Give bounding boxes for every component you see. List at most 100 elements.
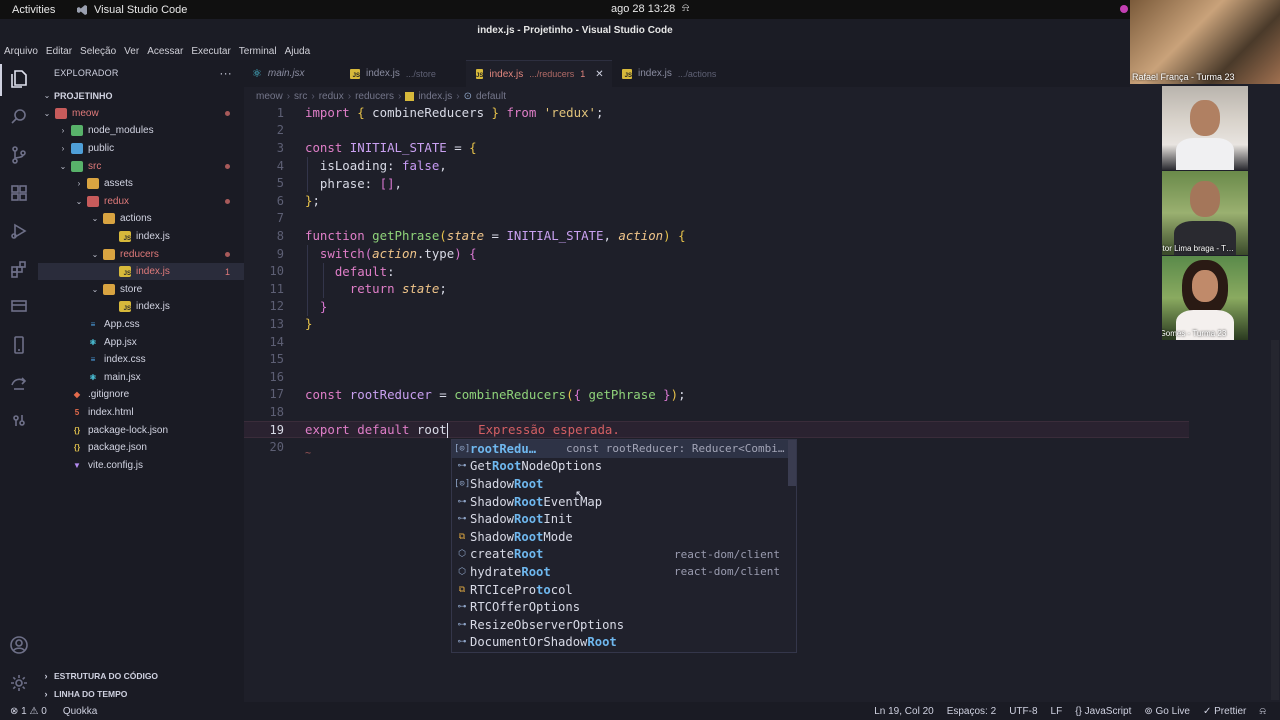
status-bar: ⊗ 1 ⚠ 0 Quokka Ln 19, Col 20 Espaços: 2 …	[0, 702, 1280, 720]
json-file-icon: {}	[73, 443, 81, 453]
cursor-position[interactable]: Ln 19, Col 20	[874, 706, 934, 717]
source-control-icon[interactable]	[8, 144, 30, 166]
tree-folder[interactable]: › public	[38, 140, 244, 158]
remote-explorer-icon[interactable]	[8, 296, 30, 318]
tree-folder[interactable]: › assets	[38, 175, 244, 193]
breadcrumb-item[interactable]: default	[476, 91, 506, 102]
editor-vertical-scrollbar[interactable]	[1270, 340, 1280, 702]
timeline-section[interactable]: › LINHA DO TEMPO	[38, 685, 244, 702]
breadcrumb-item[interactable]: reducers	[355, 91, 394, 102]
suggestion-item[interactable]: [⊙] rootRedu… const rootReducer: Reducer<C…	[452, 440, 788, 458]
suggest-scrollbar[interactable]	[788, 440, 796, 486]
notifications-bell-icon[interactable]: ⍾	[1259, 706, 1266, 717]
tree-file[interactable]: 5 index.html	[38, 404, 244, 422]
settings-gear-icon[interactable]	[8, 672, 30, 694]
language-mode[interactable]: {} JavaScript	[1075, 706, 1131, 717]
live-share-icon[interactable]	[8, 372, 30, 394]
quokka-status[interactable]: Quokka	[63, 706, 97, 717]
tree-folder[interactable]: ⌄ meow	[38, 105, 244, 123]
suggestion-item[interactable]: [⊙] ShadowRoot	[452, 475, 788, 493]
tree-file[interactable]: {} package-lock.json	[38, 421, 244, 439]
menu-selecao[interactable]: Seleção	[76, 46, 120, 57]
breadcrumb-item[interactable]: meow	[256, 91, 283, 102]
tree-folder[interactable]: ⌄ actions	[38, 210, 244, 228]
menu-arquivo[interactable]: Arquivo	[0, 46, 42, 57]
chevron-down-icon: ⌄	[43, 91, 51, 101]
participant-video-tile[interactable]	[1162, 86, 1248, 170]
tree-item-label: package-lock.json	[88, 424, 169, 436]
tree-file[interactable]: ⚛ main.jsx	[38, 369, 244, 387]
run-debug-icon[interactable]	[8, 220, 30, 242]
tab-store-index[interactable]: JS index.js .../store	[340, 60, 466, 87]
suggestion-item[interactable]: ⊶ DocumentOrShadowRoot	[452, 634, 788, 652]
tree-folder[interactable]: ⌄ store	[38, 281, 244, 299]
close-icon[interactable]: ✕	[595, 69, 603, 80]
tab-main-jsx[interactable]: ⚛ main.jsx	[244, 60, 340, 87]
app-menu[interactable]: Visual Studio Code	[76, 4, 187, 16]
menu-ajuda[interactable]: Ajuda	[281, 46, 315, 57]
tree-folder[interactable]: ⌄ redux	[38, 193, 244, 211]
tree-folder[interactable]: › node_modules	[38, 122, 244, 140]
suggestion-item[interactable]: ⧉ RTCIceProtocol	[452, 581, 788, 599]
menu-acessar[interactable]: Acessar	[143, 46, 187, 57]
breadcrumb-item[interactable]: redux	[319, 91, 344, 102]
explorer-more-actions[interactable]: ···	[219, 66, 232, 80]
suggestion-item[interactable]: ⊶ ShadowRootInit	[452, 510, 788, 528]
activities-button[interactable]: Activities	[0, 4, 70, 16]
menu-ver[interactable]: Ver	[120, 46, 143, 57]
suggestion-kind-icon: [⊙]	[454, 478, 471, 489]
tree-folder[interactable]: ⌄ src	[38, 157, 244, 175]
suggestion-item[interactable]: ⊶ ShadowRootEventMap	[452, 493, 788, 511]
encoding-setting[interactable]: UTF-8	[1009, 706, 1037, 717]
prettier-status[interactable]: ✓ Prettier	[1203, 706, 1246, 717]
clock[interactable]: ago 28 13:28	[611, 3, 675, 15]
tree-file[interactable]: ≡ index.css	[38, 351, 244, 369]
autocomplete-widget[interactable]: [⊙] rootRedu… const rootReducer: Reducer<C…	[451, 439, 797, 653]
tree-file[interactable]: ≡ App.css	[38, 316, 244, 334]
tree-file[interactable]: JS index.js	[38, 228, 244, 246]
tree-file[interactable]: ▼ vite.config.js	[38, 457, 244, 475]
notification-bell-icon[interactable]: ⍾	[682, 2, 689, 15]
tree-file[interactable]: ◆ .gitignore	[38, 386, 244, 404]
participant-video-tile[interactable]: Raquel Gomes - Turma 23	[1162, 256, 1248, 340]
participant-name: Rafael França - Turma 23	[1132, 72, 1235, 82]
account-icon[interactable]	[8, 634, 30, 656]
suggestion-item[interactable]: ⊶ GetRootNodeOptions	[452, 458, 788, 476]
folder-icon	[71, 125, 83, 137]
tree-file[interactable]: {} package.json	[38, 439, 244, 457]
extensions-icon[interactable]	[8, 258, 30, 280]
indentation-setting[interactable]: Espaços: 2	[947, 706, 996, 717]
search-icon[interactable]	[8, 106, 30, 128]
tree-file[interactable]: ⚛ App.jsx	[38, 333, 244, 351]
participant-video-tile[interactable]: João Victor Lima braga - T…	[1162, 171, 1248, 255]
suggestion-item[interactable]: ⬡ createRoot react-dom/client	[452, 546, 788, 564]
menu-editar[interactable]: Editar	[42, 46, 76, 57]
project-root[interactable]: ⌄ PROJETINHO	[38, 87, 244, 105]
tab-reducers-index[interactable]: JS index.js .../reducers 1 ✕	[466, 60, 612, 87]
device-icon[interactable]	[8, 334, 30, 356]
suggestion-item[interactable]: ⊶ RTCOfferOptions	[452, 598, 788, 616]
breadcrumb-item[interactable]: src	[294, 91, 307, 102]
code-line: 9 switch(action.type) {	[276, 246, 477, 262]
code-line: 14	[269, 334, 284, 349]
scrollbar-thumb[interactable]	[1271, 340, 1279, 700]
suggestion-item[interactable]: ⬡ hydrateRoot react-dom/client	[452, 563, 788, 581]
suggestion-item[interactable]: ⧉ ShadowRootMode	[452, 528, 788, 546]
extensions-grid-icon[interactable]	[8, 182, 30, 204]
tree-folder[interactable]: ⌄ reducers	[38, 245, 244, 263]
problems-indicator[interactable]: ⊗ 1 ⚠ 0	[10, 706, 47, 717]
eol-setting[interactable]: LF	[1051, 706, 1063, 717]
go-live-button[interactable]: ⊚ Go Live	[1144, 706, 1190, 717]
participant-video-tile[interactable]: Rafael França - Turma 23	[1130, 0, 1280, 84]
tree-file[interactable]: JS index.js 1	[38, 262, 244, 281]
explorer-icon[interactable]	[8, 68, 30, 90]
quokka-icon[interactable]	[8, 410, 30, 432]
tree-file[interactable]: JS index.js	[38, 298, 244, 316]
menu-executar[interactable]: Executar	[187, 46, 234, 57]
suggestion-item[interactable]: ⊶ ResizeObserverOptions	[452, 616, 788, 634]
tab-actions-index[interactable]: JS index.js .../actions	[612, 60, 740, 87]
suggestion-label: ResizeObserverOptions	[470, 617, 625, 632]
menu-terminal[interactable]: Terminal	[235, 46, 281, 57]
breadcrumb-item[interactable]: index.js	[418, 91, 452, 102]
outline-section[interactable]: › ESTRUTURA DO CÓDIGO	[38, 667, 244, 684]
